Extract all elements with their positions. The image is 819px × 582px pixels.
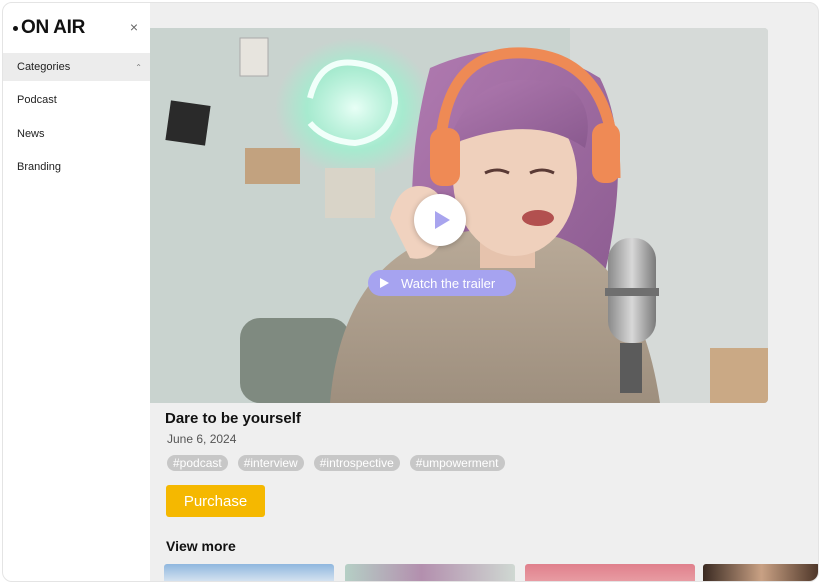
tag-podcast[interactable]: #podcast	[167, 455, 228, 471]
tag-list: #podcast #interview #introspective #umpo…	[167, 455, 505, 471]
episode-date: June 6, 2024	[167, 432, 237, 446]
sidebar-item-news[interactable]: News	[17, 128, 45, 140]
tag-interview[interactable]: #interview	[237, 455, 304, 471]
tag-umpowerment[interactable]: #umpowerment	[409, 455, 505, 471]
view-more-thumbnail[interactable]	[525, 564, 695, 581]
chevron-up-icon: ⌃	[135, 62, 142, 72]
app-window: ON AIR × Categories ⌃ Podcast News Brand…	[2, 2, 819, 582]
view-more-thumbnail[interactable]	[164, 564, 334, 581]
play-icon	[434, 211, 450, 229]
watch-trailer-label: Watch the trailer	[401, 275, 496, 291]
purchase-button[interactable]: Purchase	[166, 485, 265, 517]
view-more-thumbnail[interactable]	[345, 564, 515, 581]
categories-label: Categories	[17, 61, 71, 73]
episode-title: Dare to be yourself	[165, 410, 301, 427]
play-small-icon	[380, 278, 389, 288]
tag-introspective[interactable]: #introspective	[313, 455, 400, 471]
view-more-thumbnail[interactable]	[703, 564, 818, 581]
view-more-heading: View more	[166, 538, 236, 554]
close-sidebar-button[interactable]: ×	[127, 20, 141, 34]
logo-dot-icon	[13, 25, 18, 31]
sidebar-item-branding[interactable]: Branding	[17, 161, 61, 173]
sidebar: ON AIR × Categories ⌃ Podcast News Brand…	[3, 3, 150, 581]
logo-text: ON AIR	[21, 17, 85, 38]
play-button[interactable]	[414, 194, 466, 246]
categories-toggle[interactable]: Categories ⌃	[3, 53, 150, 81]
sidebar-item-podcast[interactable]: Podcast	[17, 94, 57, 106]
watch-trailer-button[interactable]: Watch the trailer	[368, 270, 516, 296]
hero-video[interactable]: Watch the trailer	[150, 28, 768, 403]
brand-logo[interactable]: ON AIR	[13, 17, 85, 39]
